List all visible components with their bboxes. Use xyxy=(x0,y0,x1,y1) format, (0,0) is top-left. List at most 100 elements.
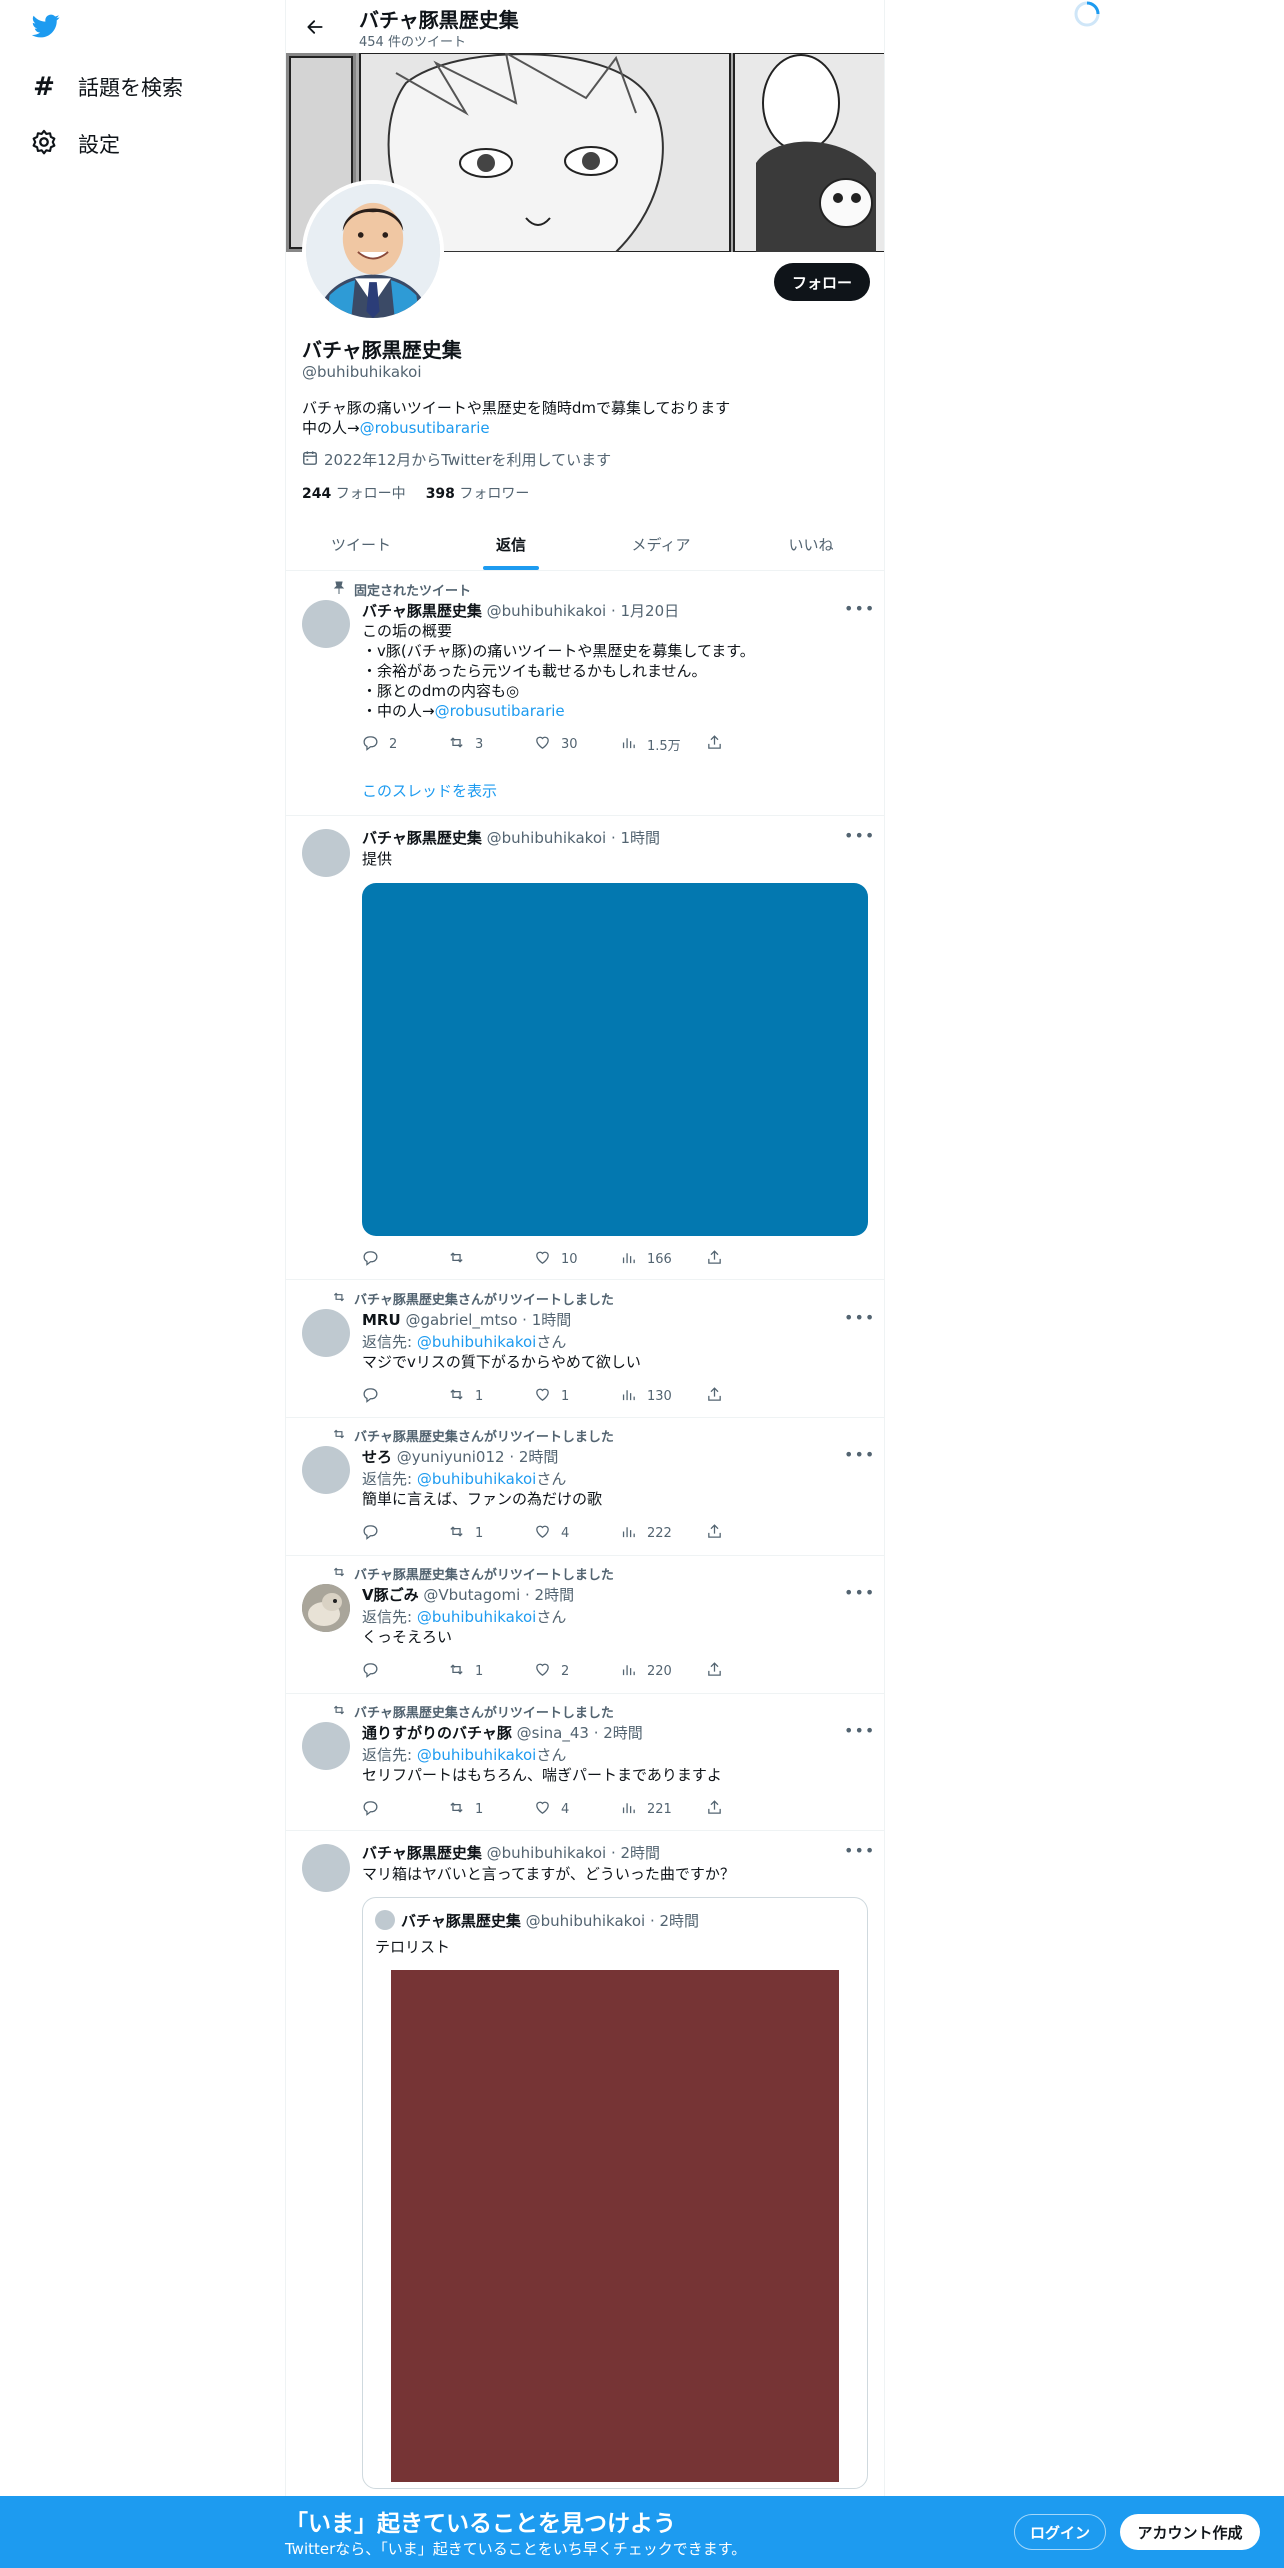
reply-button[interactable] xyxy=(362,1523,448,1543)
tweet-pinned[interactable]: 固定されたツイート バチャ豚黒歴史集 @buhibuhikakoi · 1月20… xyxy=(286,572,884,816)
tweet-author-handle[interactable]: @buhibuhikakoi xyxy=(487,829,607,847)
more-options-icon[interactable]: ••• xyxy=(844,1310,874,1331)
following-link[interactable]: 244 フォロー中 xyxy=(302,483,406,503)
share-button[interactable] xyxy=(706,1386,792,1406)
more-options-icon[interactable]: ••• xyxy=(844,1843,874,1864)
retweet-button[interactable]: 1 xyxy=(448,1386,534,1406)
tweet-with-media[interactable]: バチャ豚黒歴史集 @buhibuhikakoi · 1時間 ••• 提供 10 … xyxy=(286,817,884,1280)
like-button[interactable]: 4 xyxy=(534,1799,620,1819)
tweet-author-handle[interactable]: @gabriel_mtso xyxy=(405,1311,517,1329)
more-options-icon[interactable]: ••• xyxy=(844,1723,874,1744)
views-button[interactable]: 1.5万 xyxy=(620,734,706,754)
share-button[interactable] xyxy=(706,1799,792,1819)
loading-spinner-icon xyxy=(1073,0,1101,28)
reply-button[interactable] xyxy=(362,1386,448,1406)
tweet-time[interactable]: 2時間 xyxy=(603,1724,643,1742)
tweet-time[interactable]: 2時間 xyxy=(519,1448,559,1466)
tweet-retweet[interactable]: バチャ豚黒歴史集さんがリツイートしました MRU @gabriel_mtso ·… xyxy=(286,1281,884,1418)
like-button[interactable]: 2 xyxy=(534,1661,620,1681)
tweet-time[interactable]: 1時間 xyxy=(620,829,660,847)
reply-button[interactable]: 2 xyxy=(362,734,448,754)
more-options-icon[interactable]: ••• xyxy=(844,1447,874,1468)
quoted-tweet[interactable]: バチャ豚黒歴史集 @buhibuhikakoi · 2時間 テロリスト xyxy=(362,1897,868,2489)
tweet-author-name[interactable]: バチャ豚黒歴史集 xyxy=(362,602,482,620)
tweet-author-name[interactable]: V豚ごみ xyxy=(362,1586,419,1604)
tweet-author-handle[interactable]: @yuniyuni012 xyxy=(397,1448,505,1466)
tweet-author-name[interactable]: MRU xyxy=(362,1311,401,1329)
retweet-button[interactable] xyxy=(448,1249,534,1269)
like-button[interactable]: 1 xyxy=(534,1386,620,1406)
tweet-media-image[interactable] xyxy=(362,883,868,1236)
retweet-button[interactable]: 1 xyxy=(448,1661,534,1681)
like-button[interactable]: 10 xyxy=(534,1249,620,1269)
tab-replies[interactable]: 返信 xyxy=(436,518,586,570)
tweet-author-handle[interactable]: @Vbutagomi xyxy=(423,1586,520,1604)
bio-mention-link[interactable]: @robusutibararie xyxy=(360,419,490,437)
views-button[interactable]: 221 xyxy=(620,1799,706,1819)
tweet-text: 簡単に言えば、ファンの為だけの歌 xyxy=(362,1490,603,1508)
more-options-icon[interactable]: ••• xyxy=(844,601,874,622)
tweet-time[interactable]: 1月20日 xyxy=(620,602,679,620)
reply-button[interactable] xyxy=(362,1799,448,1819)
like-button[interactable]: 30 xyxy=(534,734,620,754)
tweet-avatar[interactable] xyxy=(302,1722,350,1770)
tweet-time[interactable]: 2時間 xyxy=(620,1844,660,1862)
views-button[interactable]: 222 xyxy=(620,1523,706,1543)
retweet-button[interactable]: 1 xyxy=(448,1799,534,1819)
tweet-with-quote[interactable]: バチャ豚黒歴史集 @buhibuhikakoi · 2時間 ••• マリ箱はヤバ… xyxy=(286,1832,884,2532)
views-button[interactable]: 220 xyxy=(620,1661,706,1681)
tweet-mention-link[interactable]: @robusutibararie xyxy=(435,702,565,720)
share-button[interactable] xyxy=(706,1249,792,1269)
tweet-time[interactable]: 1時間 xyxy=(532,1311,572,1329)
tweet-author-handle[interactable]: @buhibuhikakoi xyxy=(487,1844,607,1862)
tweet-avatar[interactable] xyxy=(302,1309,350,1357)
reply-to-link[interactable]: @buhibuhikakoi xyxy=(417,1333,537,1351)
reply-to-link[interactable]: @buhibuhikakoi xyxy=(417,1608,537,1626)
signup-button[interactable]: アカウント作成 xyxy=(1120,2514,1260,2550)
tweet-author-name[interactable]: せろ xyxy=(362,1448,392,1466)
more-options-icon[interactable]: ••• xyxy=(844,1585,874,1606)
profile-avatar[interactable] xyxy=(302,180,444,322)
nav-explore[interactable]: # 話題を検索 xyxy=(30,65,183,109)
retweet-button[interactable]: 1 xyxy=(448,1523,534,1543)
tweet-retweet[interactable]: バチャ豚黒歴史集さんがリツイートしました せろ @yuniyuni012 · 2… xyxy=(286,1419,884,1556)
tweet-avatar[interactable] xyxy=(302,1446,350,1494)
tab-media[interactable]: メディア xyxy=(586,518,736,570)
followers-link[interactable]: 398 フォロワー xyxy=(426,483,530,503)
reply-to-link[interactable]: @buhibuhikakoi xyxy=(417,1470,537,1488)
tweet-time[interactable]: 2時間 xyxy=(535,1586,575,1604)
twitter-logo-icon[interactable] xyxy=(30,12,66,44)
tweet-author-handle[interactable]: @sina_43 xyxy=(517,1724,589,1742)
like-button[interactable]: 4 xyxy=(534,1523,620,1543)
views-button[interactable]: 166 xyxy=(620,1249,706,1269)
reply-button[interactable] xyxy=(362,1249,448,1269)
reply-to-link[interactable]: @buhibuhikakoi xyxy=(417,1746,537,1764)
more-options-icon[interactable]: ••• xyxy=(844,828,874,849)
share-button[interactable] xyxy=(706,734,792,754)
tweet-retweet[interactable]: バチャ豚黒歴史集さんがリツイートしました V豚ごみ @Vbutagomi · 2… xyxy=(286,1557,884,1694)
nav-settings[interactable]: 設定 xyxy=(30,122,120,166)
tweet-avatar[interactable] xyxy=(302,1844,350,1892)
tweet-author-handle[interactable]: @buhibuhikakoi xyxy=(487,602,607,620)
tweet-avatar[interactable] xyxy=(302,829,350,877)
retweet-button[interactable]: 3 xyxy=(448,734,534,754)
views-button[interactable]: 130 xyxy=(620,1386,706,1406)
tweet-avatar[interactable] xyxy=(302,1584,350,1632)
quoted-media-image[interactable] xyxy=(391,1970,839,2482)
back-arrow-icon[interactable] xyxy=(298,10,332,44)
share-button[interactable] xyxy=(706,1523,792,1543)
tab-tweets[interactable]: ツイート xyxy=(286,518,436,570)
reply-button[interactable] xyxy=(362,1661,448,1681)
tweet-retweet[interactable]: バチャ豚黒歴史集さんがリツイートしました 通りすがりのバチャ豚 @sina_43… xyxy=(286,1695,884,1831)
follow-button[interactable]: フォロー xyxy=(774,263,870,301)
tab-likes[interactable]: いいね xyxy=(736,518,884,570)
joined-label: 2022年12月からTwitterを利用しています xyxy=(324,451,612,469)
tweet-author-name[interactable]: 通りすがりのバチャ豚 xyxy=(362,1724,512,1742)
tweet-author-name[interactable]: バチャ豚黒歴史集 xyxy=(362,1844,482,1862)
share-button[interactable] xyxy=(706,1661,792,1681)
tweet-author-name[interactable]: バチャ豚黒歴史集 xyxy=(362,829,482,847)
reply-icon xyxy=(362,734,379,755)
show-thread-link[interactable]: このスレッドを表示 xyxy=(362,780,497,801)
tweet-avatar[interactable] xyxy=(302,600,350,648)
login-button[interactable]: ログイン xyxy=(1014,2514,1106,2550)
